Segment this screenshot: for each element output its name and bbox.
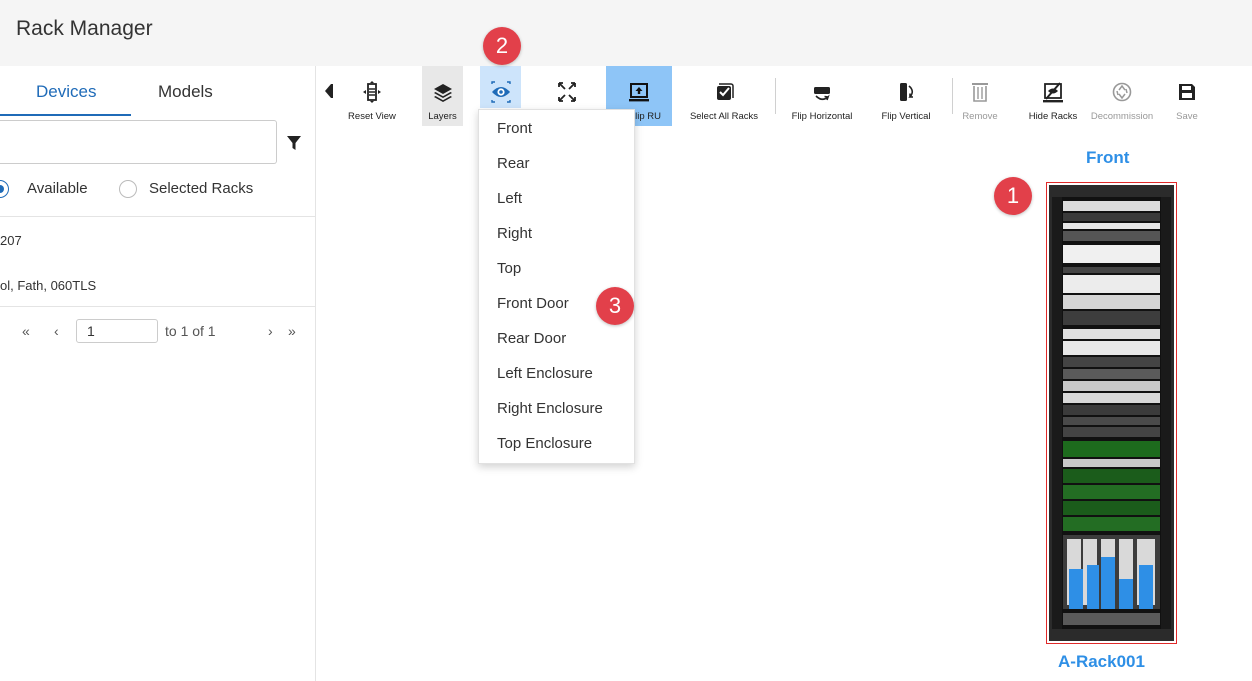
list-item-text: ol, Fath, 060TLS xyxy=(0,278,97,293)
callout-badge-2: 2 xyxy=(483,27,521,65)
radio-selected-racks[interactable] xyxy=(119,180,137,198)
view-menu-item-right[interactable]: Right xyxy=(497,225,532,242)
collapse-panel-bar xyxy=(331,84,333,98)
layers-button[interactable]: Layers xyxy=(422,66,463,126)
toolbar-divider xyxy=(952,78,953,114)
list-item[interactable]: 207 xyxy=(0,216,316,260)
view-menu-item-front-door[interactable]: Front Door xyxy=(497,295,569,312)
rack-view-title: Front xyxy=(1086,148,1130,167)
trash-icon xyxy=(972,83,988,102)
reset-view-label: Reset View xyxy=(348,111,396,122)
view-menu-item-rear-door[interactable]: Rear Door xyxy=(497,330,566,347)
filter-icon[interactable] xyxy=(286,135,302,151)
view-menu-item-top-enclosure[interactable]: Top Enclosure xyxy=(497,435,592,452)
active-tab-indicator xyxy=(0,114,131,116)
layers-label: Layers xyxy=(428,111,457,122)
tab-devices[interactable]: Devices xyxy=(36,82,96,102)
left-panel: Devices Models Available Selected Racks … xyxy=(0,66,316,681)
flip-horizontal-label: Flip Horizontal xyxy=(791,111,853,122)
flip-vertical-label: Flip Vertical xyxy=(881,111,931,122)
view-button[interactable] xyxy=(480,66,521,108)
list-item[interactable]: ol, Fath, 060TLS xyxy=(0,260,316,304)
flip-horizontal-button[interactable]: Flip Horizontal xyxy=(780,66,864,126)
view-menu-item-rear[interactable]: Rear xyxy=(497,155,530,172)
list-item-text: 207 xyxy=(0,233,22,248)
view-menu-item-right-enclosure[interactable]: Right Enclosure xyxy=(497,400,603,417)
fullscreen-icon xyxy=(558,82,576,102)
app-header: Rack Manager xyxy=(0,0,1252,66)
page-number-input[interactable]: 1 xyxy=(76,319,158,343)
search-input[interactable] xyxy=(0,120,277,164)
last-page-button[interactable]: » xyxy=(288,323,296,339)
rack-name-label: A-Rack001 xyxy=(1058,652,1145,671)
page-title: Rack Manager xyxy=(16,17,153,40)
layers-icon xyxy=(433,84,452,102)
view-menu-item-left-enclosure[interactable]: Left Enclosure xyxy=(497,365,593,382)
view-menu-item-left[interactable]: Left xyxy=(497,190,522,207)
decommission-label: Decommission xyxy=(1090,111,1154,122)
hide-racks-icon xyxy=(1043,82,1063,103)
page-count-text: to 1 of 1 xyxy=(165,323,216,339)
flip-vertical-icon xyxy=(900,83,914,101)
decommission-button[interactable]: Decommission xyxy=(1086,66,1158,126)
prev-page-button[interactable]: ‹ xyxy=(54,323,59,339)
divider xyxy=(0,306,316,307)
reset-view-icon xyxy=(363,81,381,103)
next-page-button[interactable]: › xyxy=(268,323,273,339)
select-all-racks-label: Select All Racks xyxy=(689,111,759,122)
toolbar-divider xyxy=(775,78,776,114)
remove-button[interactable]: Remove xyxy=(957,66,1003,126)
radio-available-label: Available xyxy=(27,180,88,197)
flip-vertical-button[interactable]: Flip Vertical xyxy=(870,66,942,126)
callout-badge-3: 3 xyxy=(596,287,634,325)
hide-racks-label: Hide Racks xyxy=(1028,111,1078,122)
save-button[interactable]: Save xyxy=(1163,66,1211,126)
view-menu-item-front[interactable]: Front xyxy=(497,120,532,137)
availability-radio-group: Available Selected Racks xyxy=(0,178,316,200)
select-all-icon xyxy=(717,83,734,100)
save-label: Save xyxy=(1176,111,1198,122)
callout-badge-1: 1 xyxy=(994,177,1032,215)
rack-image[interactable] xyxy=(1049,185,1174,641)
flip-ru-icon xyxy=(629,83,649,102)
hide-racks-button[interactable]: Hide Racks xyxy=(1022,66,1084,126)
pagination: « ‹ 1 to 1 of 1 › » xyxy=(0,319,316,343)
save-icon xyxy=(1179,84,1195,100)
view-menu-item-top[interactable]: Top xyxy=(497,260,521,277)
radio-available[interactable] xyxy=(0,180,9,198)
flip-horizontal-icon xyxy=(814,87,830,101)
select-all-racks-button[interactable]: Select All Racks xyxy=(679,66,769,126)
tab-bar: Devices Models xyxy=(0,66,316,118)
radio-selected-racks-label: Selected Racks xyxy=(149,180,254,197)
recycle-icon xyxy=(1112,82,1132,102)
first-page-button[interactable]: « xyxy=(22,323,30,339)
tab-models[interactable]: Models xyxy=(158,82,213,102)
remove-label: Remove xyxy=(962,111,998,122)
eye-icon xyxy=(490,81,511,103)
reset-view-button[interactable]: Reset View xyxy=(343,66,401,126)
